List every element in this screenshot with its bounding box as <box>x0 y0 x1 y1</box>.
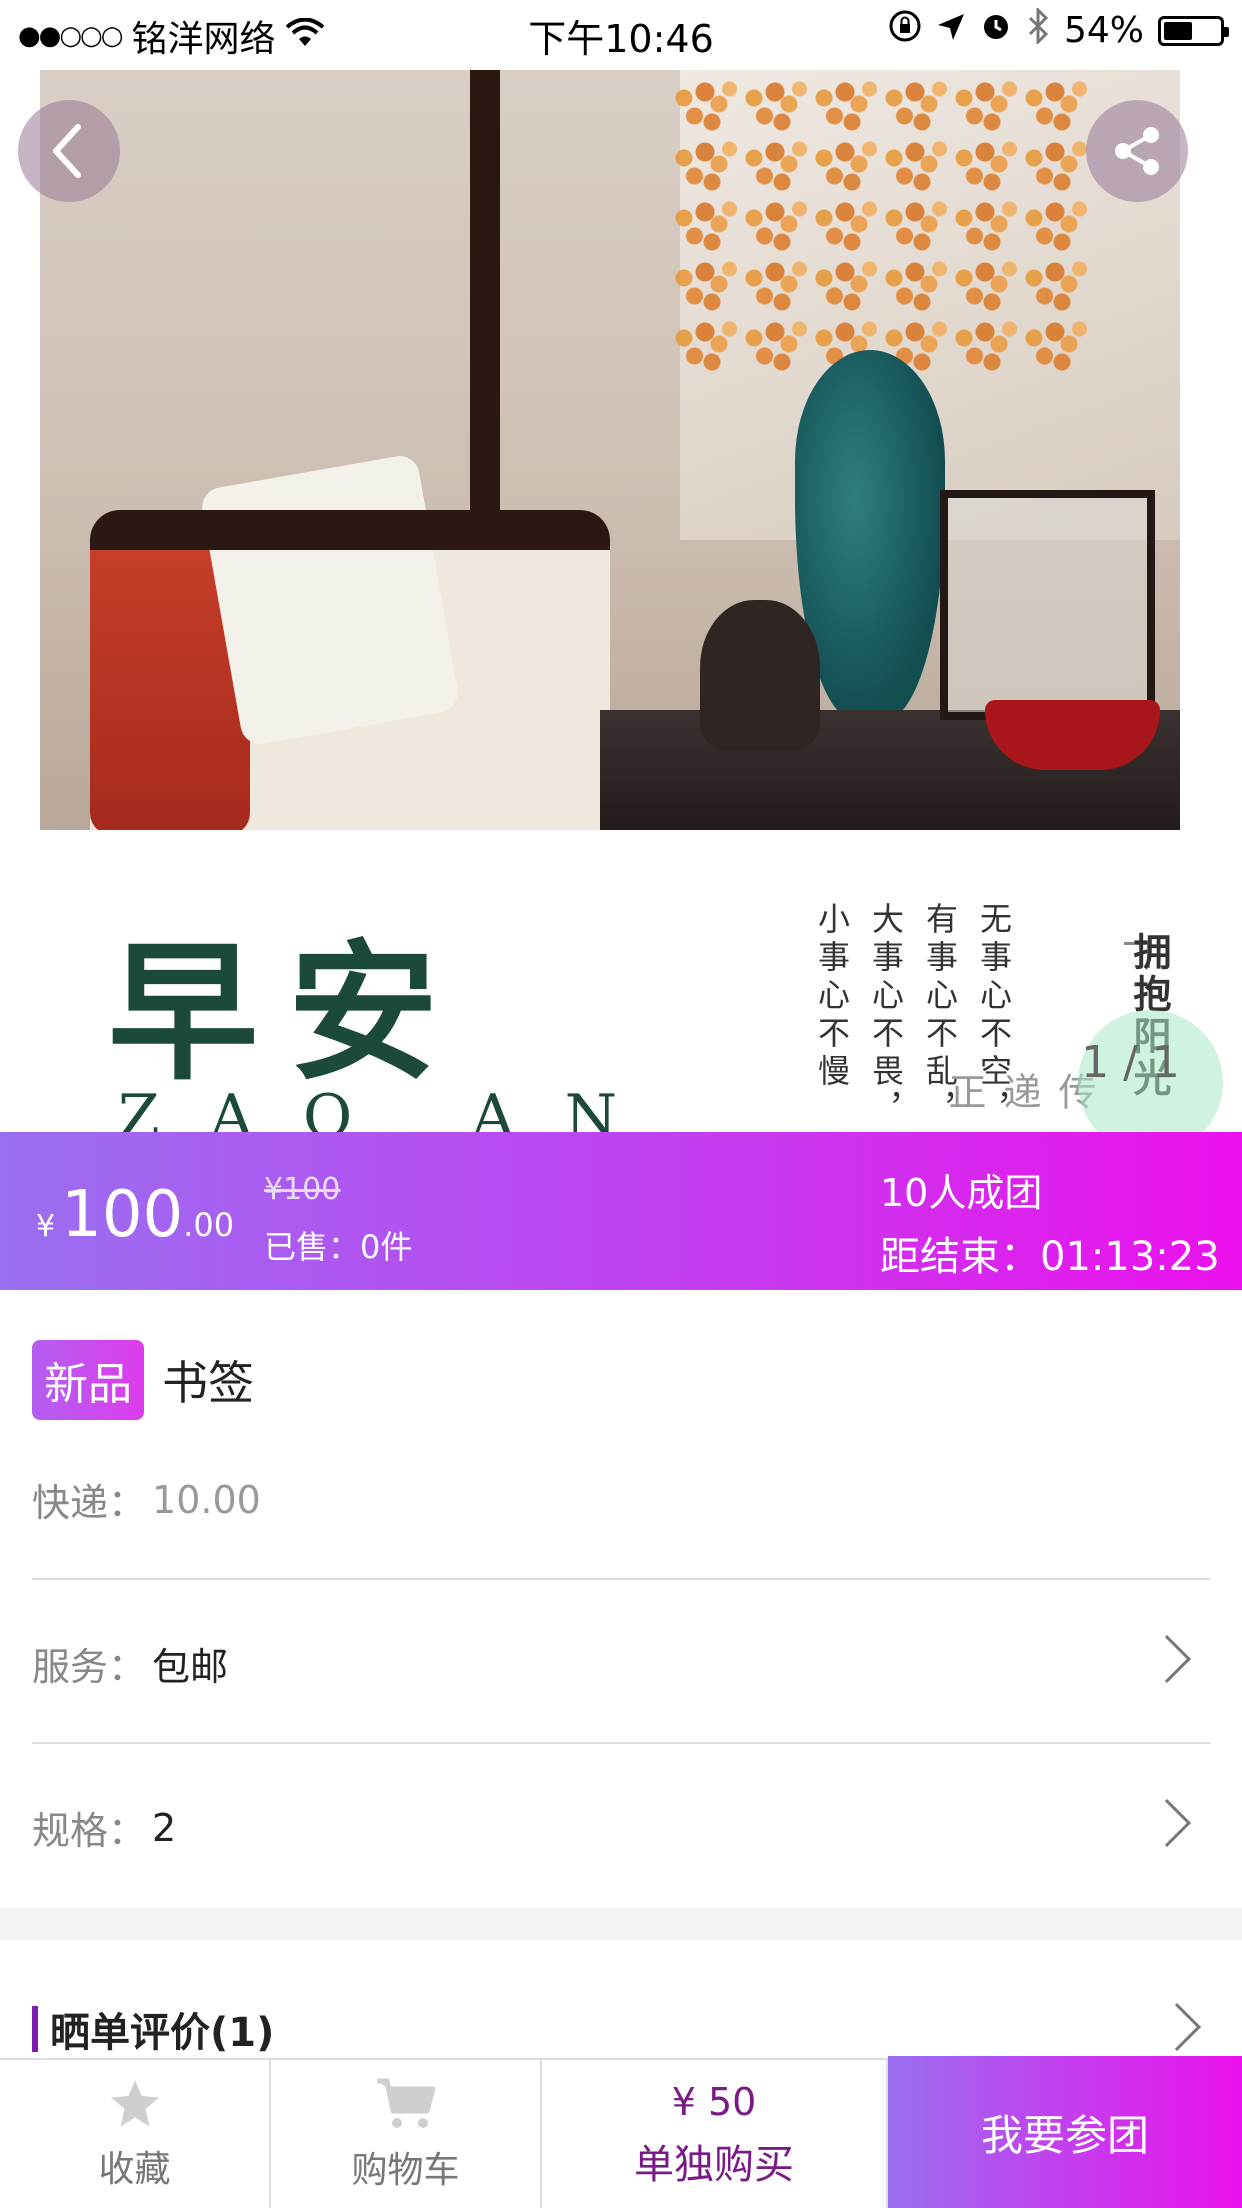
poem-line: 大事心不畏， <box>867 902 905 1130</box>
group-price: ¥ 100 .00 <box>36 1178 234 1252</box>
rotation-lock-icon <box>888 9 922 52</box>
chevron-left-icon <box>53 124 81 178</box>
cart-label: 购物车 <box>351 2150 460 2191</box>
divider <box>32 1578 1210 1580</box>
chevron-right-icon <box>1142 1798 1192 1848</box>
favorite-button[interactable]: 收藏 <box>0 2060 271 2208</box>
cart-button[interactable]: 购物车 <box>271 2060 542 2208</box>
poem-line: 小事心不慢 <box>813 902 851 1092</box>
section-separator <box>0 1908 1242 1940</box>
service-label: 服务： <box>32 1645 147 1689</box>
price-bar: ¥ 100 .00 ¥100 已售：0件 10人成团 距结束：01:13:23 <box>0 1132 1242 1290</box>
shipping-label: 快递： <box>32 1481 147 1525</box>
group-size: 10人成团 <box>880 1171 1043 1215</box>
chevron-right-icon <box>1142 1634 1192 1684</box>
join-group-button[interactable]: 我要参团 <box>888 2056 1242 2208</box>
product-title-row: 新品 书签 <box>32 1340 254 1420</box>
battery-percent: 54% <box>1063 10 1144 51</box>
share-icon <box>1115 127 1159 175</box>
share-button[interactable] <box>1086 100 1188 202</box>
divider <box>32 1742 1210 1744</box>
star-icon <box>110 2080 159 2127</box>
new-badge: 新品 <box>32 1340 144 1420</box>
back-button[interactable] <box>18 100 120 202</box>
favorite-label: 收藏 <box>98 2149 171 2190</box>
product-name: 书签 <box>162 1356 254 1410</box>
currency-symbol: ¥ <box>36 1209 56 1244</box>
location-icon <box>936 10 966 51</box>
spec-row[interactable]: 规格： 2 <box>32 1798 1210 1855</box>
buy-alone-button[interactable]: ¥ 50 单独购买 <box>542 2060 888 2208</box>
reviews-header[interactable]: 晒单评价(1) <box>32 2000 274 2058</box>
service-row[interactable]: 服务： 包邮 <box>32 1634 1210 1691</box>
bluetooth-icon <box>1026 6 1050 53</box>
spec-value: 2 <box>152 1805 177 1850</box>
chevron-right-icon[interactable] <box>1152 2002 1202 2052</box>
status-right: 54% <box>888 6 1229 53</box>
bottom-toolbar: 收藏 购物车 ¥ 50 单独购买 我要参团 <box>0 2056 1242 2208</box>
battery-icon <box>1158 15 1229 46</box>
solo-price: ¥ 50 <box>671 2080 757 2124</box>
price-decimal: .00 <box>183 1206 235 1244</box>
shipping-value: 10.00 <box>152 1477 261 1522</box>
alarm-icon <box>980 10 1012 51</box>
solo-label: 单独购买 <box>634 2142 794 2188</box>
service-value: 包邮 <box>152 1645 229 1689</box>
section-marker <box>32 2006 38 2052</box>
reviews-title: 晒单评价(1) <box>50 2010 275 2056</box>
cart-icon <box>376 2078 435 2128</box>
price-integer: 100 <box>61 1178 184 1252</box>
product-image-carousel[interactable]: 早安 ZAO AN 无事心不空， 有事心不乱， 大事心不畏， 小事心不慢 拥抱阳… <box>0 62 1242 1132</box>
original-price: ¥100 <box>264 1172 341 1207</box>
spec-label: 规格： <box>32 1809 147 1853</box>
sold-count: 已售：0件 <box>264 1228 413 1266</box>
artwork-poem: 无事心不空， 有事心不乱， 大事心不畏， 小事心不慢 <box>304 902 1013 1130</box>
shipping-row: 快递： 10.00 <box>32 1472 1210 1527</box>
product-photo <box>40 70 1180 830</box>
status-bar: ●●○○○ 铭洋网络 下午10:46 54% <box>0 0 1242 62</box>
countdown-timer: 距结束：01:13:23 <box>880 1234 1220 1280</box>
